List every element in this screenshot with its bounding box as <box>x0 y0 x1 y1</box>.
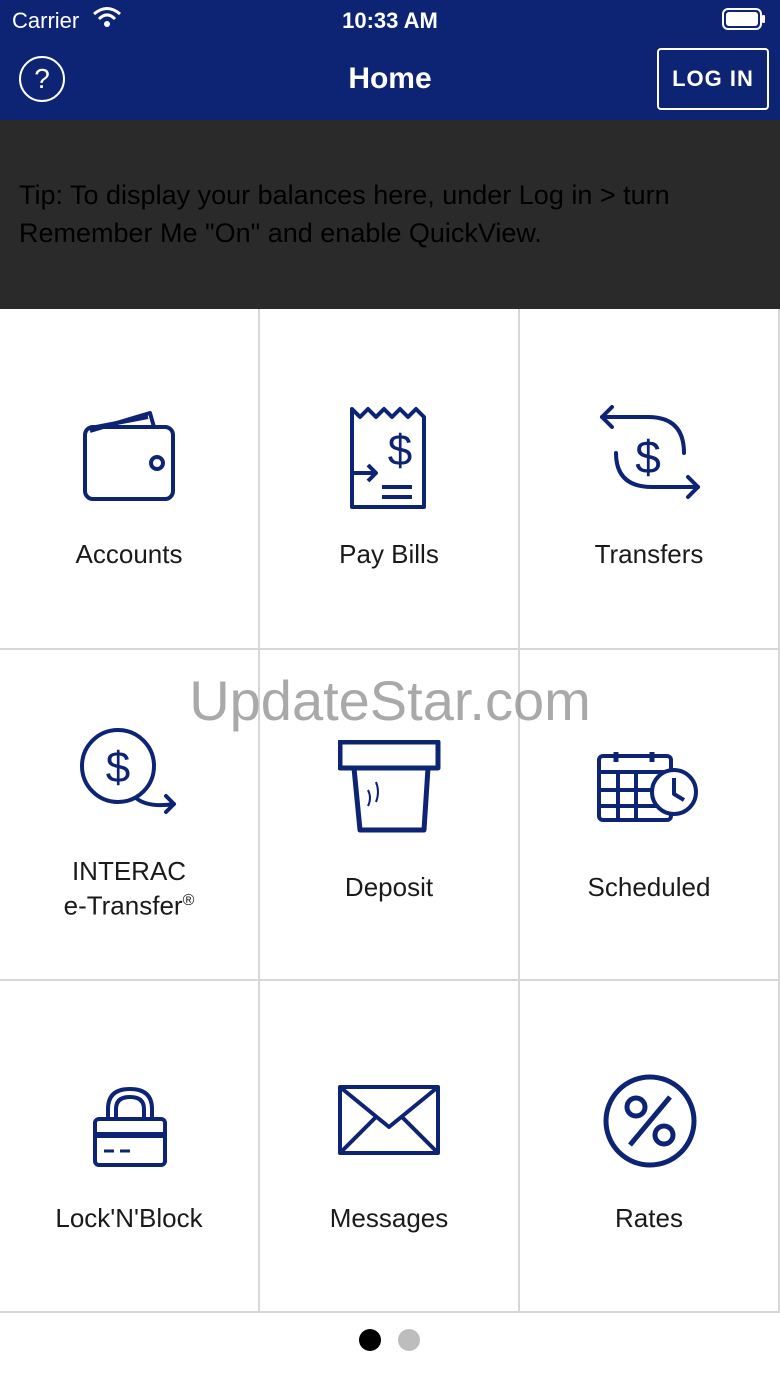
percent-icon <box>603 1074 697 1168</box>
tile-label: Scheduled <box>587 872 711 902</box>
status-time: 10:33 AM <box>342 8 438 33</box>
deposit-icon <box>338 740 441 833</box>
bill-icon: $ <box>350 407 426 509</box>
svg-text:$: $ <box>106 743 130 792</box>
top-bar: Carrier 10:33 AM ? Home LOG IN <box>0 0 780 120</box>
transfer-icon: $ <box>600 405 700 499</box>
tile-messages[interactable]: Messages <box>260 981 520 1313</box>
calendar-clock-icon <box>597 752 698 822</box>
tile-label: Messages <box>329 1203 449 1233</box>
tile-lock-n-block[interactable]: Lock'N'Block <box>0 981 260 1313</box>
page-dot-active[interactable] <box>359 1329 381 1351</box>
tip-text: Tip: To display your balances here, unde… <box>19 180 670 248</box>
tile-label-line2: e-Transfer® <box>63 890 195 921</box>
menu-grid: Accounts $ Pay Bills $ Transfers $ INTER… <box>0 309 780 1313</box>
page-dot-inactive[interactable] <box>398 1329 420 1351</box>
tile-label: Deposit <box>344 872 434 902</box>
svg-text:$: $ <box>388 426 412 475</box>
tile-rates[interactable]: Rates <box>520 981 780 1313</box>
page-indicator <box>0 1313 780 1387</box>
tile-pay-bills[interactable]: $ Pay Bills <box>260 309 520 650</box>
tile-label-line1: INTERAC <box>71 856 187 886</box>
envelope-icon <box>338 1085 440 1155</box>
tile-label: INTERAC e-Transfer® <box>0 856 258 921</box>
tile-label: Lock'N'Block <box>55 1203 203 1233</box>
tile-label: Rates <box>615 1203 683 1233</box>
registered-mark: ® <box>182 892 195 909</box>
lock-card-icon <box>93 1087 167 1167</box>
tile-label: Pay Bills <box>339 539 439 569</box>
status-bar: Carrier 10:33 AM <box>0 0 780 40</box>
tile-label: Transfers <box>594 539 704 569</box>
tile-transfers[interactable]: $ Transfers <box>520 309 780 650</box>
wallet-icon <box>83 411 175 501</box>
etransfer-icon: $ <box>80 728 176 814</box>
login-button[interactable]: LOG IN <box>657 48 769 110</box>
battery-icon <box>722 8 765 30</box>
tile-label: Accounts <box>75 539 183 569</box>
svg-text:$: $ <box>635 431 661 483</box>
tile-accounts[interactable]: Accounts <box>0 309 260 650</box>
watermark: UpdateStar.com <box>189 669 591 732</box>
